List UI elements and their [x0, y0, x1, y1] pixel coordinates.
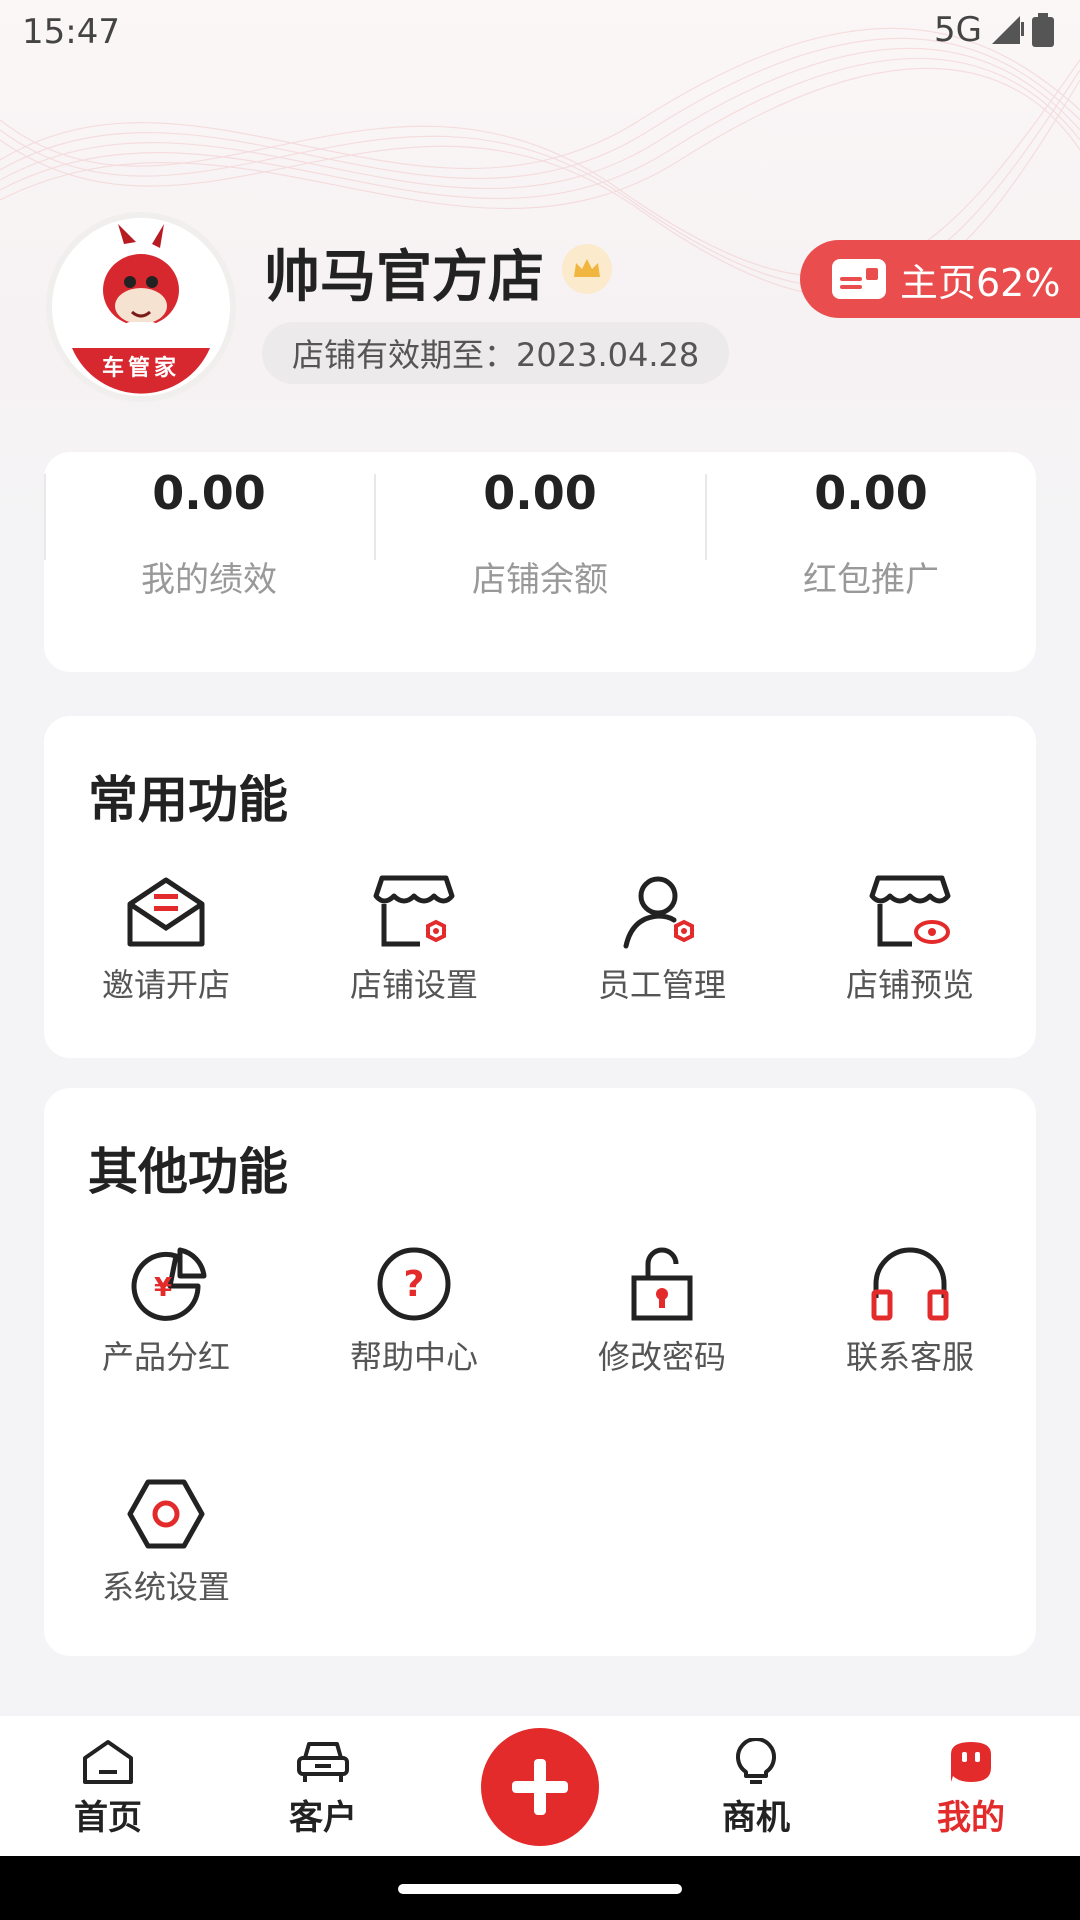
func-label: 产品分红 — [101, 1338, 230, 1376]
system-nav-bar — [0, 1856, 1080, 1920]
headset-icon — [871, 1247, 949, 1321]
tab-label: 首页 — [74, 1798, 142, 1838]
tab-customers[interactable]: 客户 — [248, 1716, 398, 1856]
func-store-settings[interactable]: 店铺设置 — [314, 874, 514, 1006]
invite-mail-icon — [127, 877, 205, 947]
svg-text:?: ? — [404, 1264, 425, 1305]
stat-value: 0.00 — [483, 466, 597, 520]
status-bar: 15:47 5G — [0, 0, 1080, 64]
func-label: 联系客服 — [845, 1338, 974, 1376]
stat-label: 红包推广 — [803, 560, 939, 600]
func-system-settings[interactable]: 系统设置 — [66, 1476, 266, 1608]
avatar-badge-text: 车管家 — [101, 356, 180, 381]
store-settings-icon — [373, 875, 455, 947]
stat-label: 店铺余额 — [472, 560, 608, 600]
status-time: 15:47 — [22, 12, 120, 52]
stat-value: 0.00 — [814, 466, 928, 520]
shop-name: 帅马官方店 — [264, 245, 544, 310]
stat-red-packet[interactable]: 0.00 红包推广 — [706, 452, 1036, 672]
stat-value: 0.00 — [152, 466, 266, 520]
func-label: 系统设置 — [101, 1568, 230, 1606]
svg-text:¥: ¥ — [154, 1273, 172, 1303]
help-icon: ? — [377, 1247, 451, 1321]
status-indicators: 5G — [934, 10, 1054, 50]
tab-label: 客户 — [289, 1798, 357, 1838]
staff-manage-icon — [623, 876, 694, 949]
func-staff-manage[interactable]: 员工管理 — [562, 874, 762, 1006]
dividend-icon: ¥ — [131, 1247, 207, 1321]
expire-date-pill: 店铺有效期至：2023.04.28 — [262, 322, 730, 384]
home-gesture-handle[interactable] — [398, 1884, 682, 1894]
func-label: 店铺预览 — [845, 966, 974, 1004]
vip-badge — [562, 244, 612, 294]
func-label: 邀请开店 — [101, 966, 230, 1004]
func-help-center[interactable]: ? 帮助中心 — [314, 1246, 514, 1378]
lock-icon — [631, 1247, 693, 1321]
tab-mine[interactable]: 我的 — [896, 1716, 1046, 1856]
func-contact-service[interactable]: 联系客服 — [810, 1246, 1010, 1378]
stats-card: 0.00 我的绩效 0.00 店铺余额 0.00 红包推广 — [44, 452, 1036, 672]
signal-icon — [992, 16, 1024, 44]
func-label: 帮助中心 — [349, 1338, 478, 1376]
func-store-preview[interactable]: 店铺预览 — [810, 874, 1010, 1006]
home-icon — [83, 1740, 133, 1784]
func-change-password[interactable]: 修改密码 — [562, 1246, 762, 1378]
tab-opportunities[interactable]: 商机 — [681, 1716, 831, 1856]
tab-home[interactable]: 首页 — [33, 1716, 183, 1856]
func-label: 修改密码 — [597, 1338, 726, 1376]
store-preview-icon — [869, 875, 951, 947]
add-button[interactable] — [481, 1728, 599, 1846]
section-title: 常用功能 — [88, 771, 288, 829]
tab-label: 我的 — [937, 1798, 1005, 1838]
battery-icon — [1032, 13, 1054, 47]
shop-avatar[interactable]: 车管家 — [52, 218, 230, 396]
func-invite-store[interactable]: 邀请开店 — [66, 874, 266, 1006]
profile-icon — [951, 1742, 991, 1782]
network-type: 5G — [934, 10, 982, 50]
stat-balance[interactable]: 0.00 店铺余额 — [375, 452, 705, 672]
home-progress-button[interactable]: 主页62% — [800, 240, 1080, 318]
common-functions-card: 常用功能 邀请开店 店铺设置 员工管理 店铺预览 — [44, 716, 1036, 1058]
card-icon — [832, 259, 886, 299]
crown-icon — [574, 259, 600, 277]
other-functions-card: 其他功能 ¥ 产品分红 ? 帮助中心 修改密码 联系客服 系统设置 — [44, 1088, 1036, 1656]
expire-date-text: 店铺有效期至：2023.04.28 — [292, 336, 700, 374]
stat-label: 我的绩效 — [141, 560, 277, 600]
func-label: 店铺设置 — [349, 966, 478, 1004]
bulb-icon — [736, 1738, 776, 1784]
func-label: 员工管理 — [597, 966, 726, 1004]
func-dividend[interactable]: ¥ 产品分红 — [66, 1246, 266, 1378]
home-progress-label: 主页62% — [900, 260, 1061, 305]
settings-icon — [127, 1479, 205, 1549]
section-title: 其他功能 — [88, 1143, 288, 1201]
stat-performance[interactable]: 0.00 我的绩效 — [44, 452, 374, 672]
car-icon — [297, 1742, 349, 1782]
plus-icon — [512, 1759, 568, 1815]
tab-label: 商机 — [722, 1798, 790, 1838]
